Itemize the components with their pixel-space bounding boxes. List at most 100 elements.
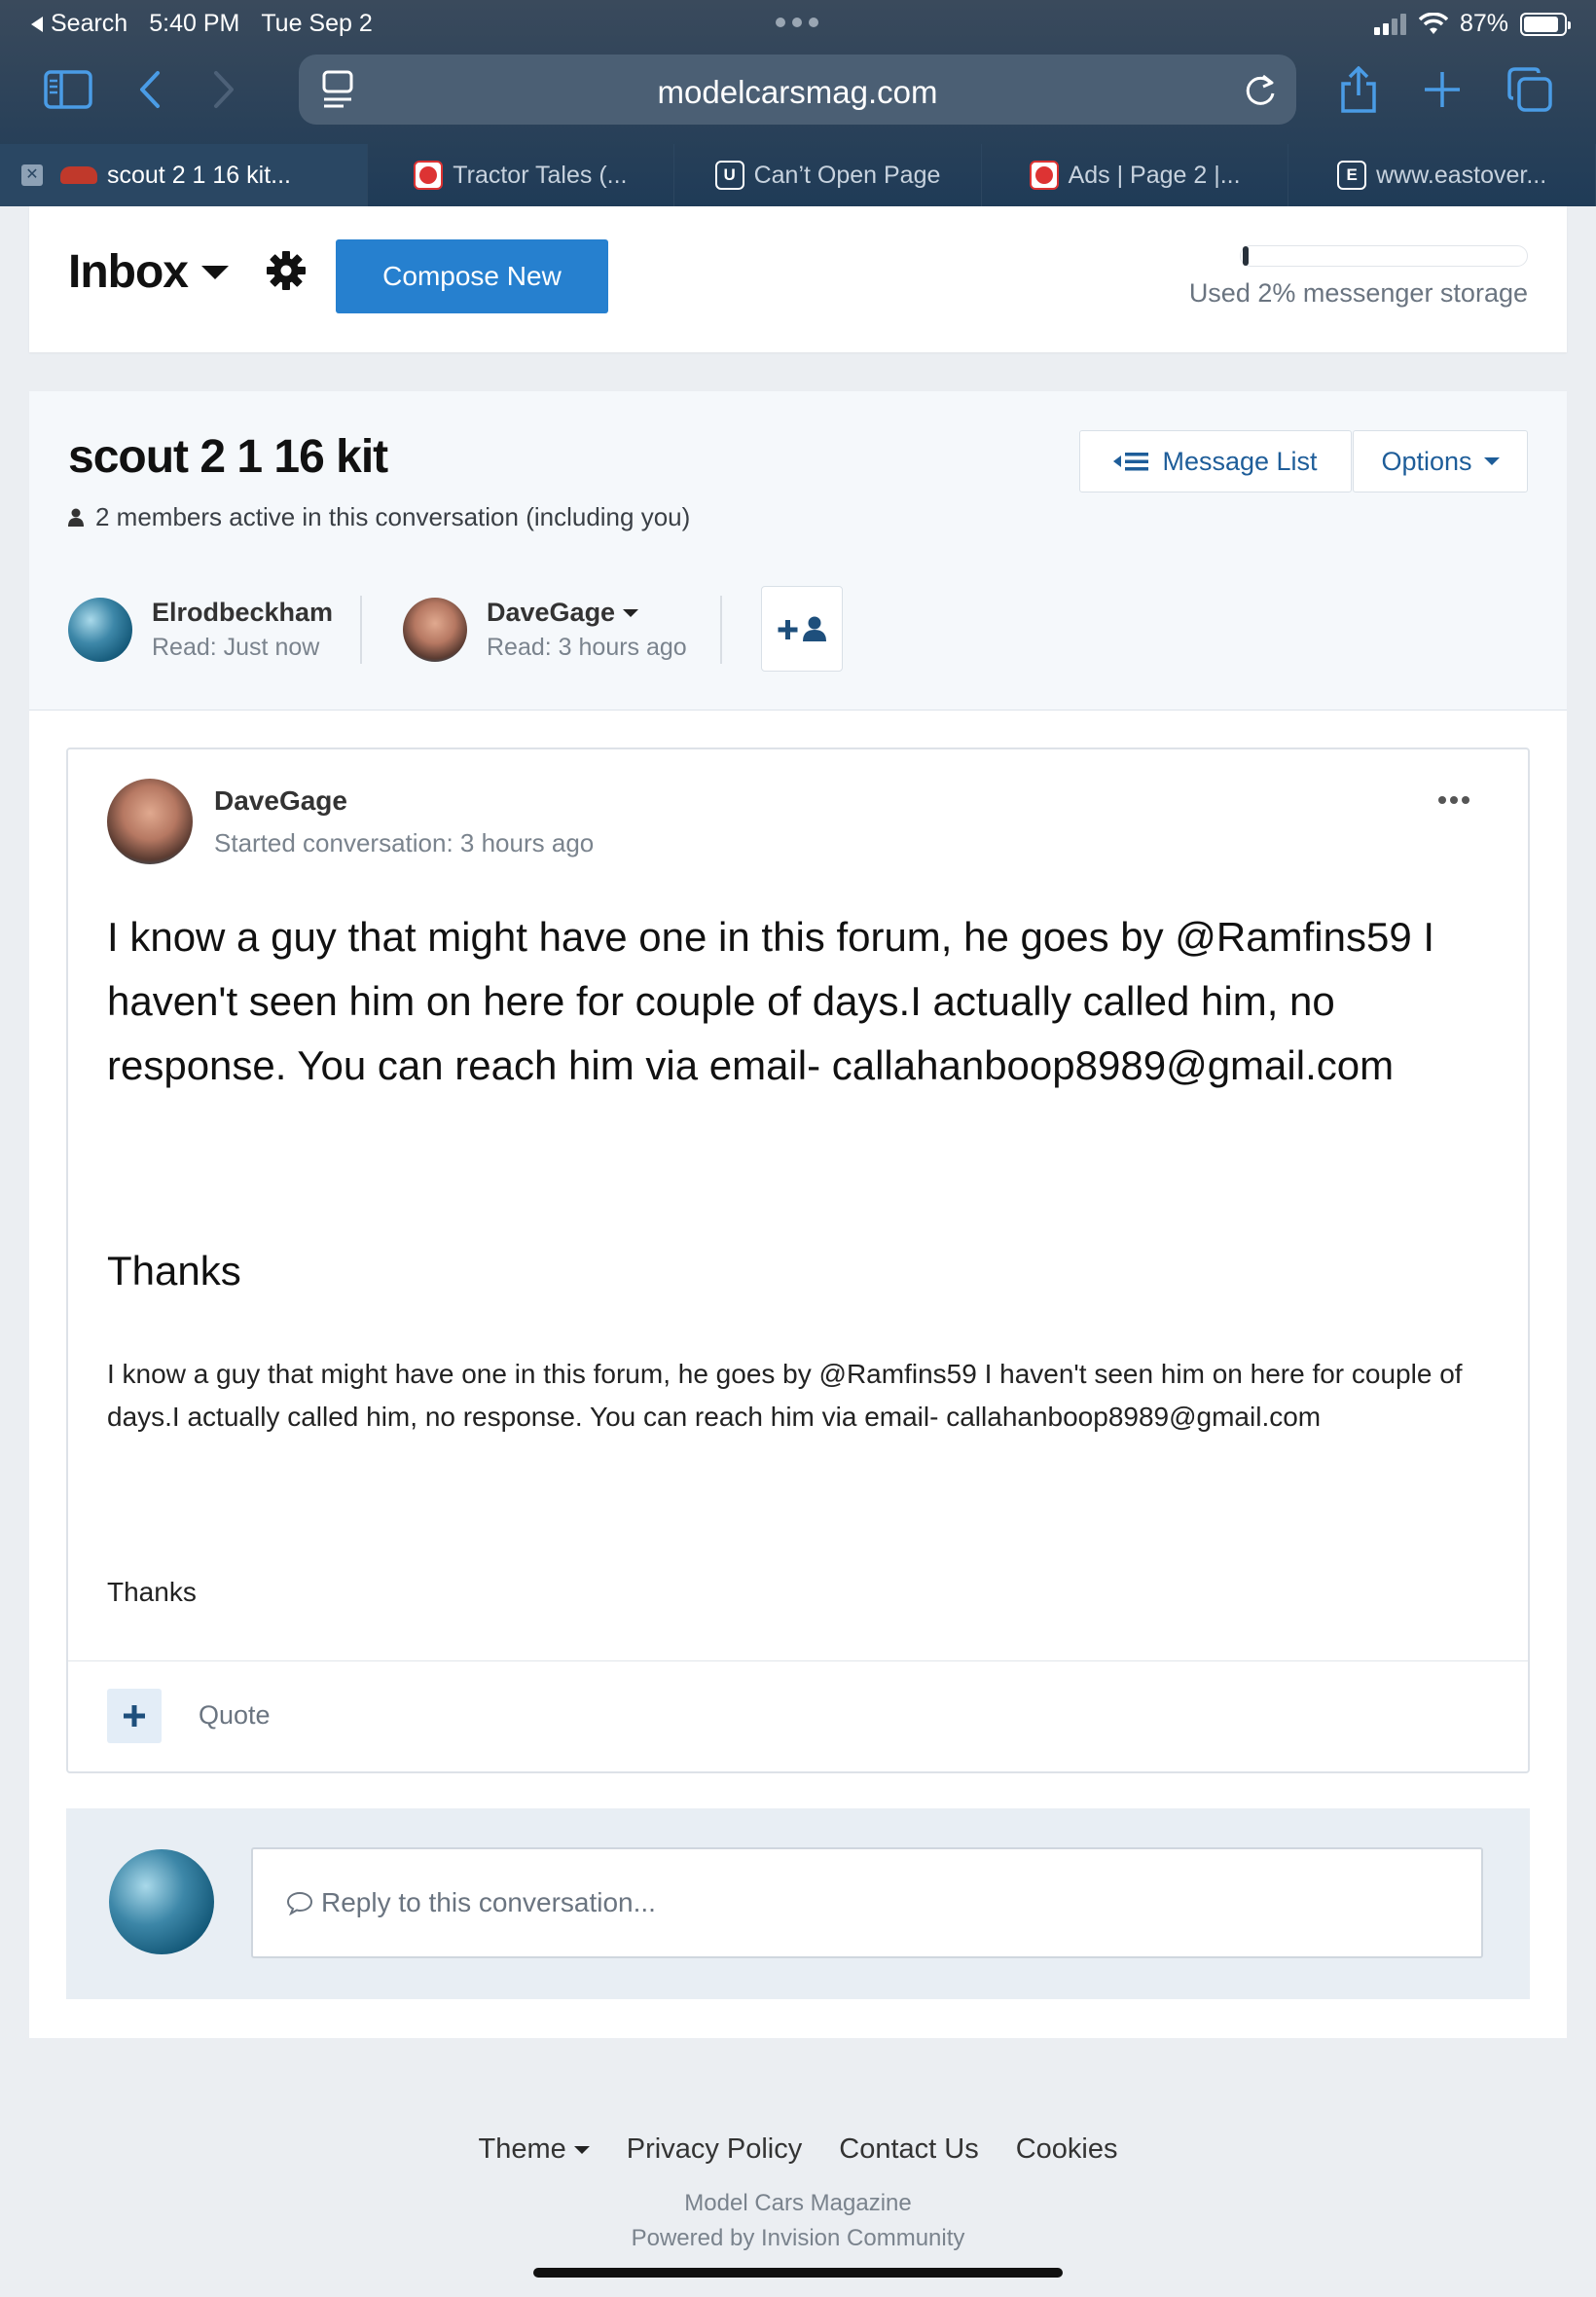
status-bar: Search 5:40 PM Tue Sep 2 87%: [0, 0, 1596, 47]
tab-label: scout 2 1 16 kit...: [107, 161, 291, 189]
post-thanks-small: Thanks: [107, 1577, 197, 1607]
participant-read-status: Read: Just now: [152, 634, 320, 661]
post-timestamp: Started conversation: 3 hours ago: [214, 827, 595, 857]
add-participant-button[interactable]: [761, 586, 843, 672]
powered-by-link[interactable]: Powered by Invision Community: [0, 2225, 1596, 2252]
letter-favicon-icon: U: [714, 161, 744, 190]
share-icon[interactable]: [1331, 62, 1386, 117]
post-thanks-large: Thanks: [107, 1248, 241, 1294]
participant-read-status: Read: 3 hours ago: [487, 634, 687, 661]
battery-percentage: 87%: [1459, 10, 1508, 37]
car-favicon-icon: [60, 166, 97, 184]
post-body-large: I know a guy that might have one in this…: [107, 914, 1435, 1088]
cellular-signal-icon: [1373, 13, 1406, 35]
tab-label: www.eastover...: [1376, 161, 1547, 189]
compose-new-button[interactable]: Compose New: [336, 239, 608, 313]
multitasking-dots-icon[interactable]: [776, 18, 818, 27]
parts-favicon-icon: [1029, 161, 1059, 190]
letter-favicon-icon: E: [1337, 161, 1367, 190]
back-to-app-icon[interactable]: [31, 16, 43, 32]
participant-davegage[interactable]: DaveGage Read: 3 hours ago: [403, 596, 687, 664]
wifi-icon: [1418, 12, 1448, 34]
tab-bar: ✕ scout 2 1 16 kit... Tractor Tales (...…: [0, 144, 1596, 206]
cookies-link[interactable]: Cookies: [1016, 2133, 1118, 2166]
address-bar[interactable]: modelcarsmag.com: [299, 55, 1296, 125]
options-button[interactable]: Options: [1353, 430, 1528, 492]
inbox-menu[interactable]: Inbox: [68, 245, 229, 299]
inbox-title: Inbox: [68, 246, 189, 298]
privacy-policy-link[interactable]: Privacy Policy: [627, 2133, 803, 2166]
post-body-small: I know a guy that might have one in this…: [107, 1359, 1463, 1432]
conversation-members-info: 2 members active in this conversation (i…: [68, 502, 690, 532]
participant-menu[interactable]: DaveGage: [487, 598, 687, 628]
tab-label: Ads | Page 2 |...: [1068, 161, 1241, 189]
reload-icon[interactable]: [1242, 70, 1279, 109]
inbox-header: Inbox Compose New Used 2% messenger stor…: [29, 206, 1567, 352]
options-label: Options: [1381, 446, 1472, 476]
post-author-name[interactable]: DaveGage: [214, 785, 594, 817]
tab-overview-icon[interactable]: [1503, 62, 1557, 117]
browser-toolbar: modelcarsmag.com: [0, 51, 1596, 128]
parts-favicon-icon: [414, 161, 444, 190]
participant-name: DaveGage: [487, 598, 616, 627]
avatar[interactable]: [403, 598, 467, 662]
message-post: DaveGage Started conversation: 3 hours a…: [66, 747, 1530, 1773]
avatar: [109, 1849, 214, 1954]
forward-chevron-icon[interactable]: [197, 62, 251, 117]
theme-menu[interactable]: Theme: [479, 2133, 590, 2166]
conversation-header: scout 2 1 16 kit 2 members active in thi…: [29, 391, 1567, 711]
conversation-panel: scout 2 1 16 kit 2 members active in thi…: [29, 391, 1567, 2038]
conversation-title: scout 2 1 16 kit: [68, 431, 388, 483]
contact-us-link[interactable]: Contact Us: [839, 2133, 978, 2166]
add-user-icon: [778, 616, 826, 641]
home-indicator[interactable]: [533, 2268, 1063, 2278]
storage-progress-bar: [1240, 245, 1528, 267]
new-tab-icon[interactable]: [1415, 62, 1469, 117]
avatar[interactable]: [107, 779, 193, 864]
url-text[interactable]: modelcarsmag.com: [299, 74, 1296, 111]
status-date: Tue Sep 2: [261, 10, 373, 37]
footer-links: Theme Privacy Policy Contact Us Cookies: [0, 2133, 1596, 2166]
gear-icon[interactable]: [265, 249, 308, 292]
participant-name[interactable]: Elrodbeckham: [152, 598, 333, 628]
sidebar-toggle-icon[interactable]: [41, 62, 95, 117]
back-chevron-icon[interactable]: [123, 62, 177, 117]
tab-label: Can’t Open Page: [753, 161, 941, 189]
reply-placeholder: Reply to this conversation...: [321, 1887, 656, 1917]
tab-label: Tractor Tales (...: [453, 161, 628, 189]
theme-label: Theme: [478, 2133, 566, 2165]
tab-tractor-tales[interactable]: Tractor Tales (...: [368, 144, 675, 206]
user-icon: [68, 508, 84, 527]
chevron-down-icon: [1483, 457, 1500, 465]
participant-elrodbeckham[interactable]: Elrodbeckham Read: Just now: [68, 596, 333, 664]
more-options-icon[interactable]: [1438, 796, 1469, 804]
quote-link[interactable]: Quote: [199, 1700, 271, 1731]
post-actions: Quote: [68, 1660, 1528, 1771]
list-icon: [1113, 453, 1149, 471]
tab-cant-open-page[interactable]: U Can’t Open Page: [674, 144, 982, 206]
post-author-block: DaveGage Started conversation: 3 hours a…: [107, 779, 594, 864]
speech-bubble-icon: [286, 1891, 313, 1915]
tab-scout[interactable]: ✕ scout 2 1 16 kit...: [0, 144, 368, 206]
reply-area: Reply to this conversation...: [66, 1808, 1530, 1999]
back-to-app-label[interactable]: Search: [51, 10, 127, 38]
message-list-label: Message List: [1162, 446, 1318, 476]
tab-ads[interactable]: Ads | Page 2 |...: [982, 144, 1289, 206]
status-time: 5:40 PM: [149, 10, 240, 37]
chevron-down-icon: [573, 2145, 590, 2154]
chevron-down-icon: [201, 265, 229, 279]
message-list-button[interactable]: Message List: [1079, 430, 1352, 492]
chevron-down-icon: [623, 608, 639, 617]
browser-chrome: Search 5:40 PM Tue Sep 2 87% modelcarsma…: [0, 0, 1596, 206]
reply-input[interactable]: Reply to this conversation...: [251, 1847, 1483, 1958]
divider: [720, 596, 722, 664]
multiquote-button[interactable]: [107, 1689, 162, 1743]
close-tab-icon[interactable]: ✕: [21, 164, 43, 186]
avatar[interactable]: [68, 598, 132, 662]
site-name: Model Cars Magazine: [684, 2190, 912, 2216]
plus-icon: [124, 1705, 145, 1727]
members-text: 2 members active in this conversation (i…: [95, 502, 691, 531]
battery-icon: [1520, 12, 1571, 36]
tab-eastover[interactable]: E www.eastover...: [1288, 144, 1596, 206]
storage-label: Used 2% messenger storage: [1188, 278, 1528, 308]
